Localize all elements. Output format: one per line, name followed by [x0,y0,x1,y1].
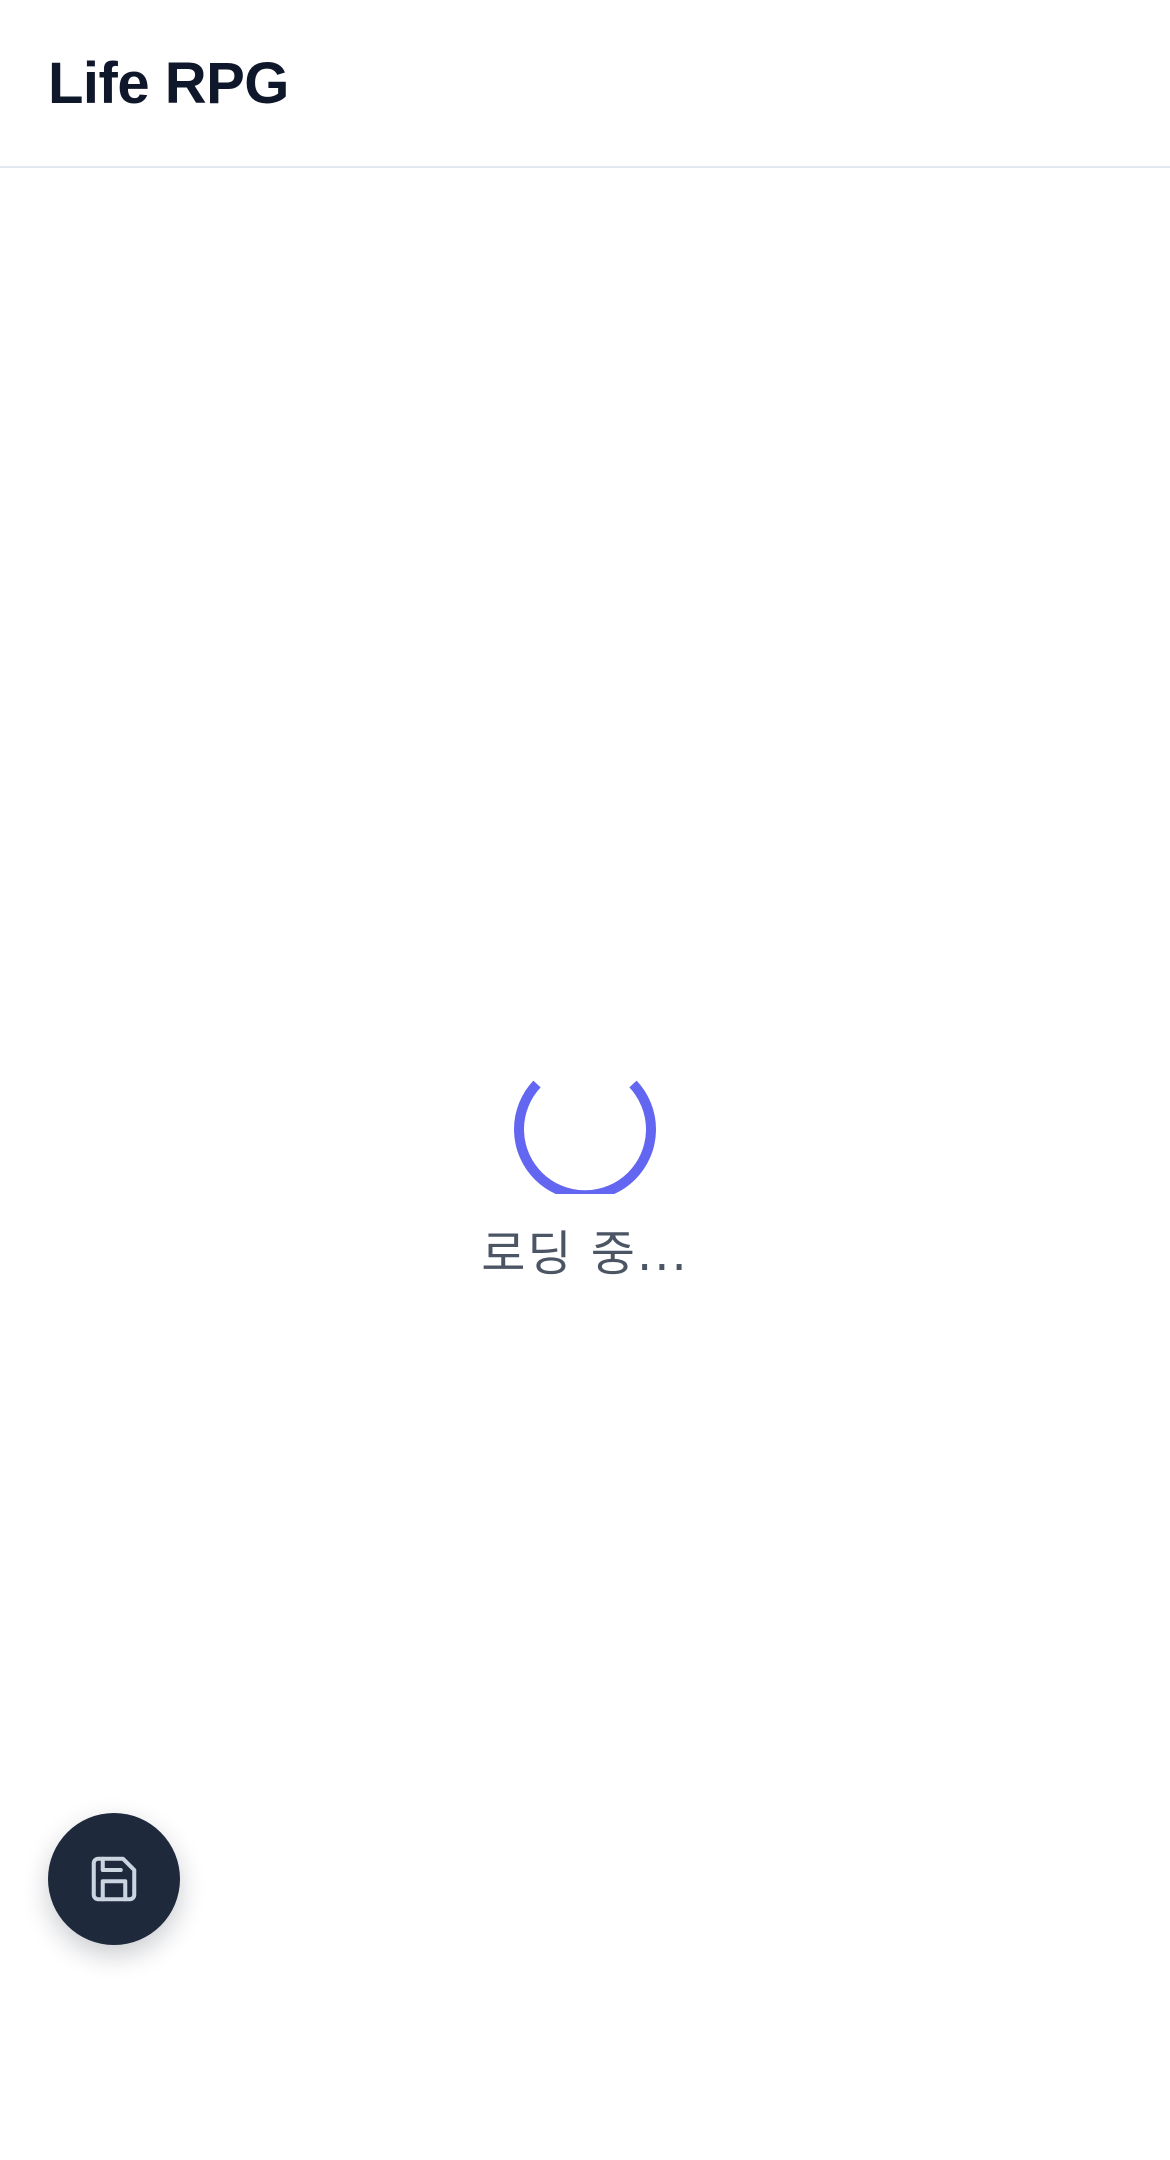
app-title: Life RPG [48,51,289,116]
save-button[interactable] [48,1813,180,1945]
loading-spinner-icon [514,1080,656,1194]
app-header: Life RPG [0,0,1170,168]
app-root: Life RPG 로딩 중... [0,0,1170,2160]
save-icon [91,1856,137,1902]
loading-text: 로딩 중... [481,1226,689,1282]
